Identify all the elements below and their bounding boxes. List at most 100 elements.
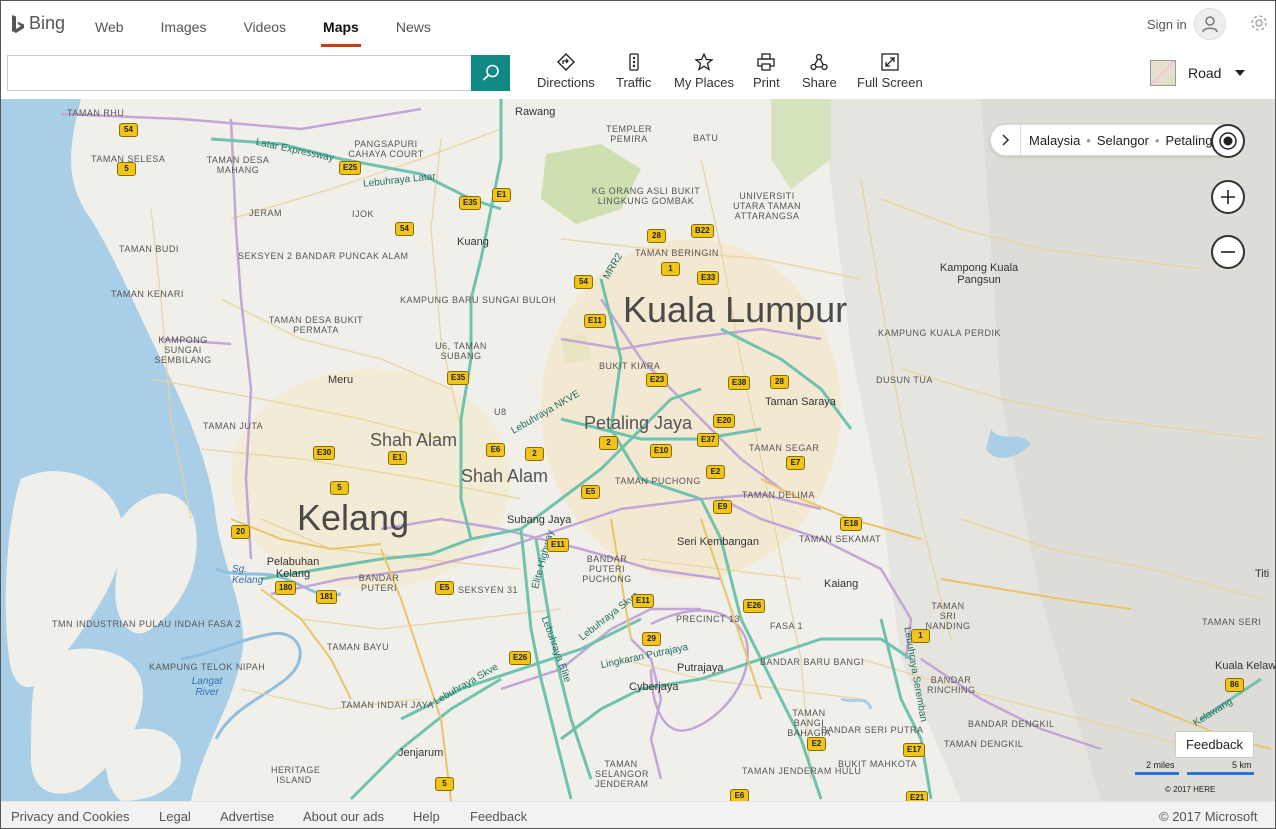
map-scale-bar: 2 miles 5 km	[1135, 759, 1255, 779]
route-shield: E18	[840, 517, 863, 531]
label-langat-river: Langat River	[191, 676, 223, 698]
label-jeram: JERAM	[249, 208, 283, 218]
route-shield: E35	[447, 371, 470, 385]
location-breadcrumb: Malaysia • Selangor • Petaling	[990, 124, 1224, 156]
print-button[interactable]: Print	[753, 53, 780, 95]
scale-miles-label: 2 miles	[1146, 760, 1175, 770]
label-pelabuhan-kelang: Pelabuhan Kelang	[266, 556, 320, 580]
route-shield: E11	[547, 538, 569, 552]
route-shield: E17	[903, 743, 926, 757]
footer-copyright: © 2017 Microsoft	[1159, 809, 1258, 824]
star-icon	[694, 53, 713, 71]
breadcrumb-state[interactable]: Selangor	[1097, 133, 1149, 148]
footer-about-ads-link[interactable]: About our ads	[303, 809, 384, 824]
settings-gear-icon[interactable]	[1249, 13, 1269, 38]
map-feedback-button[interactable]: Feedback	[1175, 731, 1254, 758]
route-shield: E11	[584, 314, 606, 328]
label-shah-alam: Shah Alam	[461, 466, 549, 486]
road-map-thumbnail	[1150, 60, 1176, 86]
label-kampung-baru-sungai-buloh: KAMPUNG BARU SUNGAI BULOH	[400, 295, 557, 305]
directions-icon	[556, 53, 575, 71]
plus-icon	[1221, 190, 1235, 204]
footer-privacy-link[interactable]: Privacy and Cookies	[11, 809, 130, 824]
route-shield: E26	[743, 599, 766, 613]
my-places-button[interactable]: My Places	[674, 53, 734, 95]
label-seksyen-31: SEKSYEN 31	[458, 585, 519, 595]
route-shield: E23	[646, 373, 669, 387]
route-shield: E5	[581, 485, 600, 499]
label-taman-seri: TAMAN SERI	[1202, 617, 1262, 627]
breadcrumb-country[interactable]: Malaysia	[1029, 133, 1080, 148]
traffic-light-icon	[629, 53, 639, 71]
label-batu: BATU	[693, 133, 719, 143]
label-tmn-industrian: TMN INDUSTRIAN PULAU INDAH FASA 2	[52, 619, 242, 629]
tab-images[interactable]: Images	[147, 1, 221, 47]
tab-maps[interactable]: Maps	[309, 1, 373, 47]
bing-logo[interactable]: Bing	[11, 13, 65, 34]
traffic-button[interactable]: Traffic	[616, 53, 651, 95]
label-heritage-island: HERITAGE ISLAND	[271, 765, 321, 785]
vertical-nav: Web Images Videos Maps News	[81, 1, 454, 47]
route-shield: 86	[1225, 678, 1244, 692]
route-shield: 1	[661, 262, 680, 276]
share-icon	[810, 53, 828, 71]
footer-advertise-link[interactable]: Advertise	[220, 809, 274, 824]
label-kuala-kelawa: Kuala Kelawa	[1215, 660, 1276, 672]
label-ijok: IJOK	[352, 209, 375, 219]
search-icon	[482, 64, 499, 81]
share-label: Share	[802, 75, 837, 90]
label-petaling-jaya: Petaling Jaya	[584, 413, 693, 433]
label-kuala-lumpur: Kuala Lumpur	[623, 289, 848, 330]
label-bandar-rinching: BANDAR RINCHING	[927, 675, 976, 695]
share-button[interactable]: Share	[802, 53, 837, 95]
search-button[interactable]	[471, 55, 510, 91]
footer-legal-link[interactable]: Legal	[159, 809, 191, 824]
full-screen-label: Full Screen	[857, 75, 923, 90]
tab-web[interactable]: Web	[81, 1, 138, 47]
label-kampung-telok-nipah: KAMPUNG TELOK NIPAH	[149, 662, 266, 672]
zoom-out-button[interactable]	[1211, 235, 1245, 269]
breadcrumb-separator: •	[1086, 132, 1091, 148]
route-shield: 2	[525, 447, 544, 461]
label-taman-segar: TAMAN SEGAR	[749, 443, 820, 453]
search-input[interactable]	[8, 56, 471, 90]
route-shield: 20	[231, 525, 250, 539]
map-style-selector[interactable]: Road	[1150, 60, 1246, 86]
label-taman-bayu: TAMAN BAYU	[327, 642, 390, 652]
route-shield: E38	[728, 376, 751, 390]
scale-km-label: 5 km	[1232, 760, 1252, 770]
label-bandar-baru-bangi: BANDAR BARU BANGI	[760, 657, 865, 667]
user-avatar[interactable]	[1194, 8, 1226, 40]
label-taman-beringin: TAMAN BERINGIN	[635, 248, 719, 258]
label-pangsapuri-cahaya: PANGSAPURI CAHAYA COURT	[348, 139, 424, 159]
tab-news[interactable]: News	[382, 1, 445, 47]
label-jenjarum: Jenjarum	[398, 747, 444, 759]
route-shield: E30	[313, 446, 336, 460]
label-taman-selangor-jenderam: TAMAN SELANGOR JENDERAM	[595, 759, 650, 789]
route-shield: E21	[906, 791, 929, 801]
label-taman-saraya: Taman Saraya	[765, 396, 836, 408]
full-screen-button[interactable]: Full Screen	[857, 53, 923, 95]
directions-button[interactable]: Directions	[537, 53, 595, 95]
footer-feedback-link[interactable]: Feedback	[470, 809, 527, 824]
route-shield: E20	[713, 414, 736, 428]
route-shield: B22	[691, 224, 714, 238]
sign-in-link[interactable]: Sign in	[1147, 17, 1187, 32]
label-fasa-1: FASA 1	[770, 621, 804, 631]
bing-wordmark: Bing	[29, 13, 66, 33]
breadcrumb-expand-button[interactable]	[991, 125, 1021, 155]
label-putrajaya: Putrajaya	[677, 662, 724, 674]
tab-videos[interactable]: Videos	[229, 1, 300, 47]
map-canvas[interactable]: Kuala Lumpur Kelang Petaling Jaya Shah A…	[1, 99, 1276, 801]
route-shield: 28	[770, 375, 789, 389]
route-shield: E2	[706, 465, 725, 479]
locate-me-button[interactable]	[1211, 124, 1245, 158]
label-taman-delima: TAMAN DELIMA	[742, 490, 815, 500]
route-shield: E35	[459, 196, 482, 210]
zoom-in-button[interactable]	[1211, 180, 1245, 214]
label-kg-orang-asli: KG ORANG ASLI BUKIT LINGKUNG GOMBAK	[591, 186, 701, 206]
route-shield: 29	[642, 632, 661, 646]
route-shield: E26	[509, 651, 532, 665]
footer-help-link[interactable]: Help	[413, 809, 440, 824]
breadcrumb-district[interactable]: Petaling	[1165, 133, 1212, 148]
